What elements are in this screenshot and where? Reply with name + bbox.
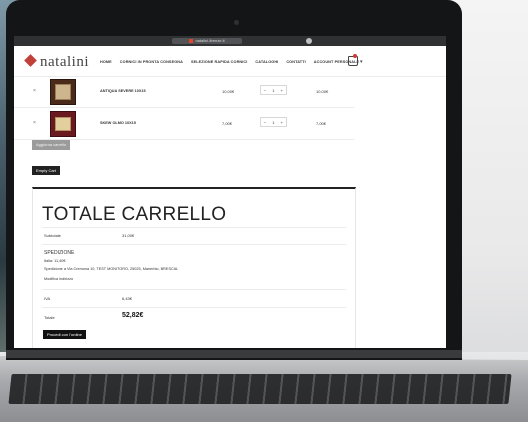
logo-diamond-icon xyxy=(24,54,37,67)
total-value: 52,82€ xyxy=(122,312,144,319)
address-bar[interactable]: natalini-firenze.it xyxy=(172,38,242,44)
remove-item-icon[interactable]: × xyxy=(33,88,36,94)
tax-label: IVA xyxy=(44,296,51,301)
laptop-bezel: natalini-firenze.it natalini HOME CORNIC… xyxy=(6,0,462,360)
site-header: natalini HOME CORNICI IN PRONTA CONSEGNA… xyxy=(14,46,446,77)
product-name[interactable]: SKEW OLMO 10X15 xyxy=(100,121,136,125)
shipping-address: Spedizione a Via Cremona 10, TEST MONITO… xyxy=(44,267,179,271)
reload-icon[interactable] xyxy=(306,38,312,44)
shipping-title: SPEDIZIONE xyxy=(44,250,75,256)
nav-contatti[interactable]: CONTATTI xyxy=(286,60,305,64)
product-name[interactable]: ANTIQUA SEVERE 10X15 xyxy=(100,89,146,93)
main-nav: HOME CORNICI IN PRONTA CONSEGNA SELEZION… xyxy=(100,60,359,64)
favicon-icon xyxy=(189,38,194,43)
qty-value[interactable]: 1 xyxy=(272,88,274,93)
update-cart-button[interactable]: Aggiorna carrello xyxy=(32,140,71,150)
divider xyxy=(42,289,346,290)
product-thumbnail[interactable] xyxy=(50,111,76,137)
qty-plus-button[interactable]: + xyxy=(281,88,283,93)
empty-cart-button[interactable]: Empty Cart xyxy=(32,166,61,175)
qty-minus-button[interactable]: − xyxy=(264,88,266,93)
cart-badge xyxy=(353,54,357,58)
divider xyxy=(42,227,346,228)
tax-value: 6,43€ xyxy=(122,296,133,301)
laptop-hinge xyxy=(6,350,462,358)
product-subtotal: 7,00€ xyxy=(316,121,327,126)
remove-item-icon[interactable]: × xyxy=(33,120,36,126)
checkout-button[interactable]: Procedi con l'ordine xyxy=(43,330,87,339)
qty-plus-button[interactable]: + xyxy=(281,120,283,125)
url-text: natalini-firenze.it xyxy=(195,38,225,43)
product-thumbnail[interactable] xyxy=(50,79,76,105)
quantity-stepper[interactable]: − 1 + xyxy=(260,85,287,95)
laptop-screen: natalini-firenze.it natalini HOME CORNIC… xyxy=(14,36,446,348)
total-label: Totale xyxy=(44,315,55,320)
subtotal-value: 31,00€ xyxy=(122,233,135,238)
quantity-stepper[interactable]: − 1 + xyxy=(260,117,287,127)
change-address-link[interactable]: Modifica indirizzo xyxy=(44,277,73,281)
totals-title: TOTALE CARRELLO xyxy=(42,204,227,225)
divider xyxy=(42,244,346,245)
divider xyxy=(42,307,346,308)
camera-icon xyxy=(234,20,239,25)
product-price: 10,00€ xyxy=(222,89,235,94)
browser-bar: natalini-firenze.it xyxy=(14,36,446,46)
site-logo[interactable]: natalini xyxy=(24,54,89,71)
nav-cataloghi[interactable]: CATALOGHI xyxy=(255,60,278,64)
nav-selezione-rapida[interactable]: SELEZIONE RAPIDA CORNICI xyxy=(191,60,247,64)
nav-home[interactable]: HOME xyxy=(100,60,112,64)
chevron-down-icon[interactable]: ▾ xyxy=(360,59,363,65)
logo-text: natalini xyxy=(40,54,89,70)
qty-minus-button[interactable]: − xyxy=(264,120,266,125)
cart-table: × ANTIQUA SEVERE 10X15 10,00€ − 1 + 10,0… xyxy=(14,76,354,140)
nav-cornici-pronta-consegna[interactable]: CORNICI IN PRONTA CONSEGNA xyxy=(120,60,183,64)
subtotal-label: Subtotale xyxy=(44,233,61,238)
laptop-keyboard xyxy=(8,374,512,404)
table-row: × ANTIQUA SEVERE 10X15 10,00€ − 1 + 10,0… xyxy=(14,76,354,108)
qty-value[interactable]: 1 xyxy=(272,120,274,125)
product-subtotal: 10,00€ xyxy=(316,89,329,94)
shipping-rate: Italia: 11,40€ xyxy=(44,259,66,263)
product-price: 7,00€ xyxy=(222,121,233,126)
cart-totals: TOTALE CARRELLO Subtotale 31,00€ SPEDIZI… xyxy=(32,187,356,348)
table-row: × SKEW OLMO 10X15 7,00€ − 1 + 7,00€ xyxy=(14,108,354,140)
